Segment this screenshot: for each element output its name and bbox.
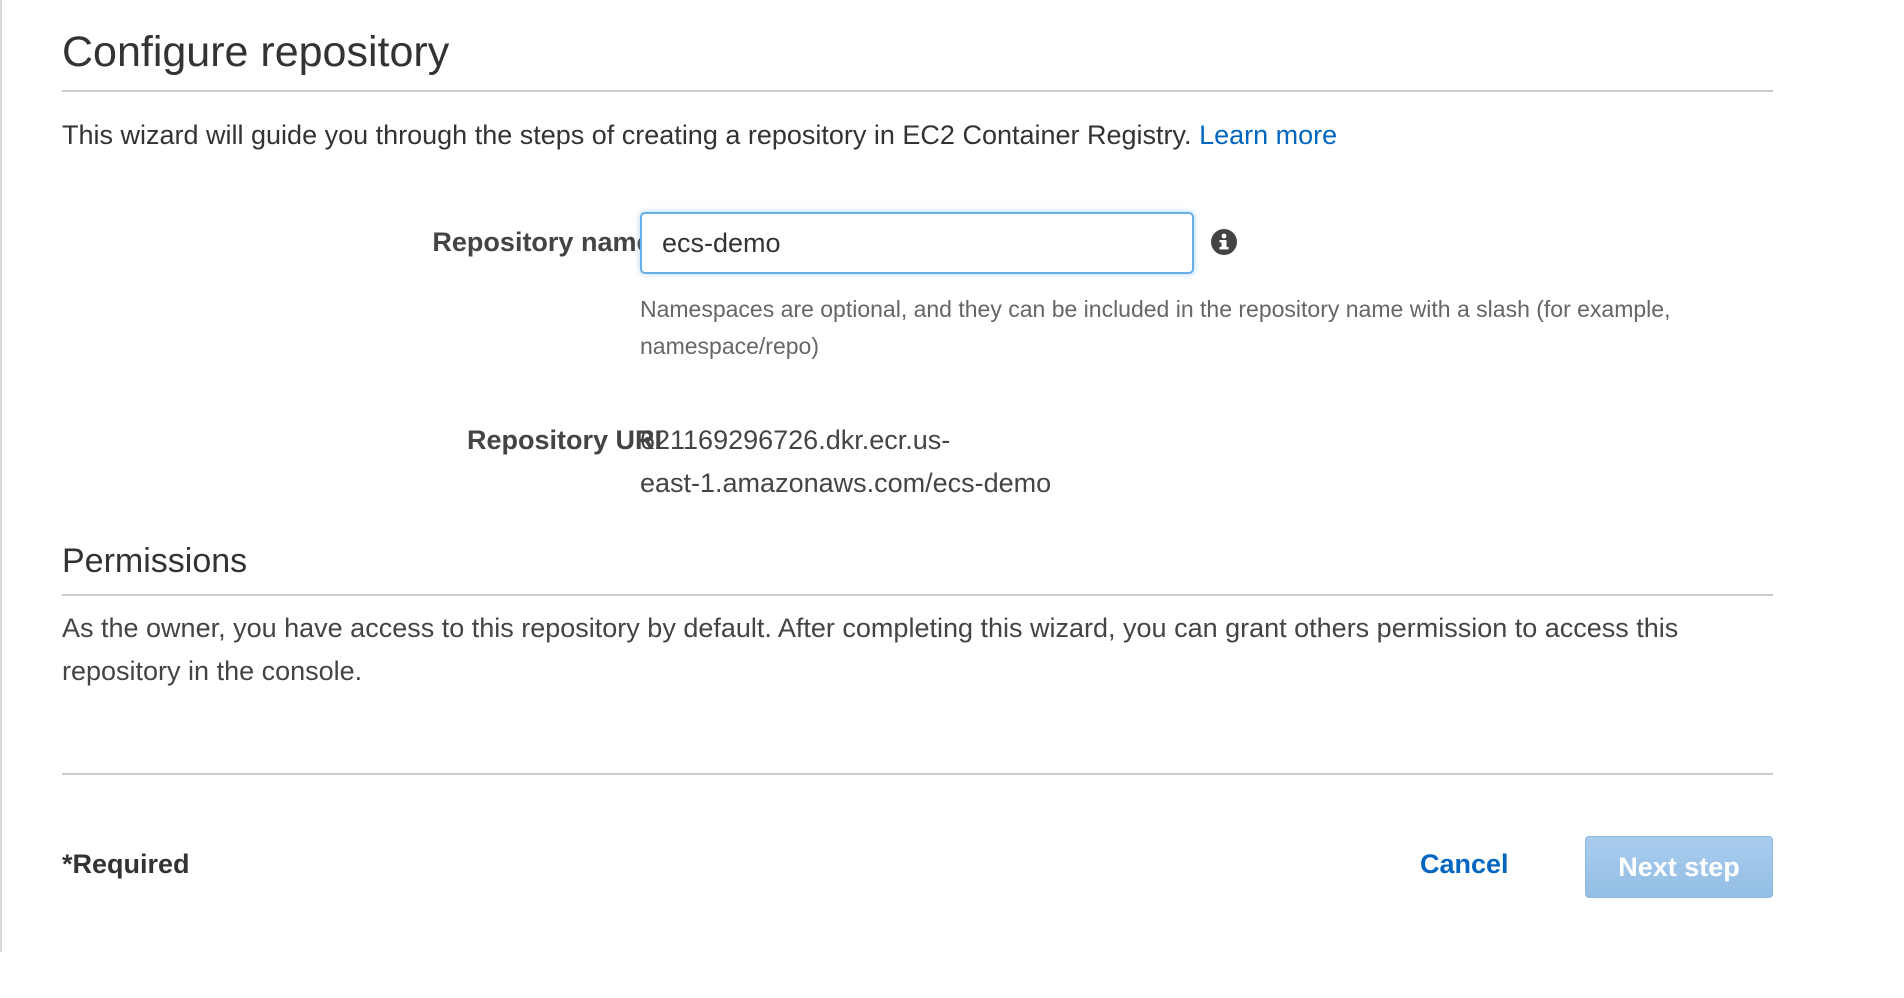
permissions-heading: Permissions [62, 542, 248, 580]
title-divider [62, 90, 1773, 92]
left-border [0, 0, 2, 952]
footer-divider [62, 773, 1773, 775]
repository-uri-label: Repository URI [466, 425, 662, 455]
repository-name-label: Repository name* [432, 227, 662, 257]
permissions-text: As the owner, you have access to this re… [62, 613, 1679, 686]
repository-name-input[interactable] [640, 212, 1194, 274]
next-step-button[interactable]: Next step [1585, 836, 1773, 898]
intro-text: This wizard will guide you through the s… [62, 120, 1192, 150]
cancel-button[interactable]: Cancel [1420, 836, 1509, 892]
configure-repository-panel: Configure repository This wizard will gu… [62, 0, 1773, 998]
intro-paragraph: This wizard will guide you through the s… [62, 117, 1337, 153]
repository-uri-line-1: 621169296726.dkr.ecr.us- [640, 425, 951, 455]
repository-name-help-text: Namespaces are optional, and they can be… [640, 296, 1671, 359]
required-note: *Required [62, 849, 190, 879]
repository-uri-line-2: east-1.amazonaws.com/ecs-demo [640, 468, 1052, 498]
learn-more-link[interactable]: Learn more [1199, 120, 1337, 150]
repository-uri-value: 621169296726.dkr.ecr.us- east-1.amazonaw… [640, 419, 1160, 505]
permissions-divider [62, 594, 1773, 596]
info-circle-icon[interactable] [1210, 228, 1238, 256]
page-title: Configure repository [62, 28, 450, 76]
